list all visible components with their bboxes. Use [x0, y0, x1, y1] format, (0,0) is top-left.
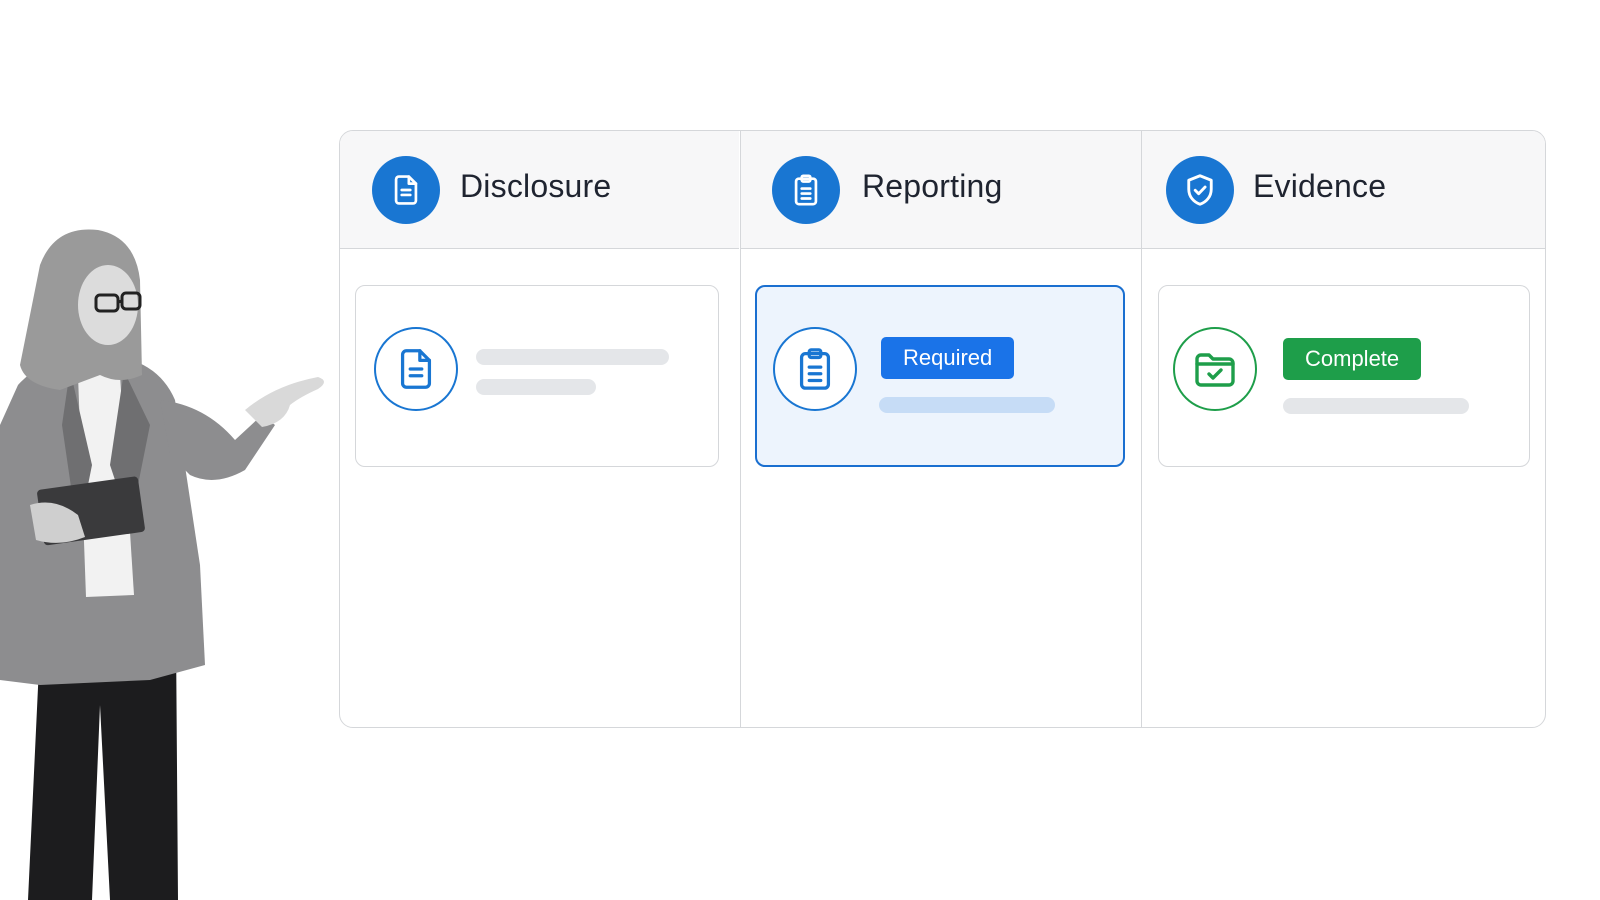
- document-icon: [374, 327, 458, 411]
- placeholder-line: [476, 349, 669, 365]
- placeholder-line: [1283, 398, 1469, 414]
- status-badge-required: Required: [881, 337, 1015, 379]
- column-header: Disclosure: [340, 131, 739, 249]
- column-header: Reporting: [741, 131, 1141, 249]
- document-icon: [372, 156, 440, 224]
- placeholder-line: [879, 397, 1055, 413]
- folder-check-icon: [1173, 327, 1257, 411]
- column-title: Disclosure: [460, 168, 612, 204]
- column-evidence: Evidence Complete: [1141, 131, 1545, 727]
- reporting-card[interactable]: Required: [755, 285, 1125, 467]
- evidence-card[interactable]: Complete: [1158, 285, 1530, 467]
- disclosure-card[interactable]: [355, 285, 719, 467]
- column-reporting: Reporting Required: [740, 131, 1141, 727]
- presenter-illustration: [0, 229, 324, 900]
- status-badge-complete: Complete: [1283, 338, 1422, 380]
- clipboard-icon: [773, 327, 857, 411]
- clipboard-icon: [772, 156, 840, 224]
- column-header: Evidence: [1142, 131, 1545, 249]
- shield-check-icon: [1166, 156, 1234, 224]
- placeholder-line: [476, 379, 596, 395]
- column-title: Evidence: [1253, 168, 1387, 204]
- column-title: Reporting: [862, 168, 1003, 204]
- column-disclosure: Disclosure: [340, 131, 739, 727]
- workflow-board: Disclosure Reporting Required Evidence C…: [339, 130, 1546, 728]
